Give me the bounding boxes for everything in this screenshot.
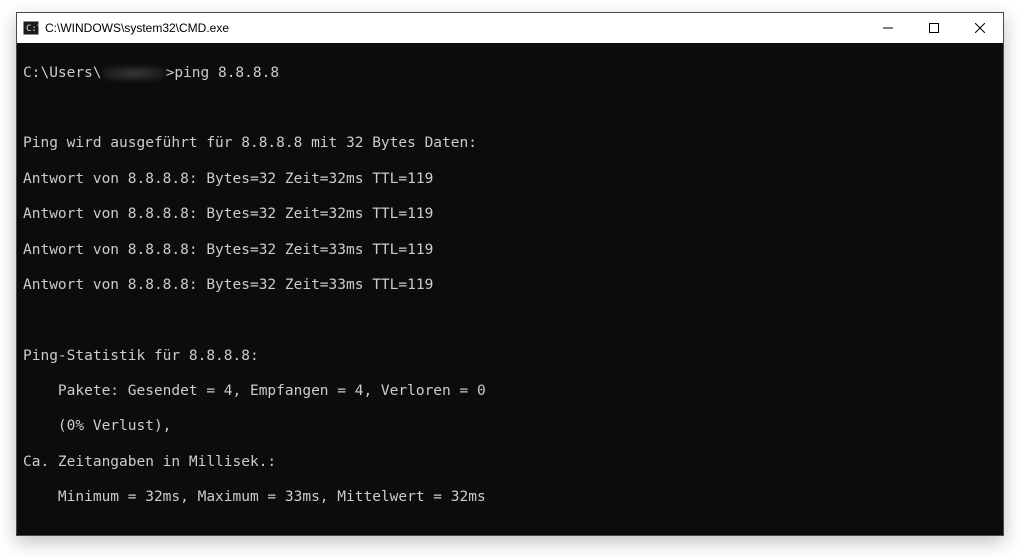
ping-stats-header: Ping-Statistik für 8.8.8.8:	[23, 348, 997, 366]
titlebar[interactable]: C:\ C:\WINDOWS\system32\CMD.exe	[17, 13, 1003, 43]
ping-reply: Antwort von 8.8.8.8: Bytes=32 Zeit=33ms …	[23, 242, 997, 260]
ping-exec-line: Ping wird ausgeführt für 8.8.8.8 mit 32 …	[23, 135, 997, 153]
svg-text:C:\: C:\	[26, 24, 39, 34]
cmd-app-icon: C:\	[23, 20, 39, 36]
ping-reply: Antwort von 8.8.8.8: Bytes=32 Zeit=32ms …	[23, 206, 997, 224]
ping-stats-loss: (0% Verlust),	[23, 418, 997, 436]
blank-line	[23, 100, 997, 118]
ping-reply: Antwort von 8.8.8.8: Bytes=32 Zeit=33ms …	[23, 277, 997, 295]
titlebar-controls	[865, 13, 1003, 43]
ping-reply: Antwort von 8.8.8.8: Bytes=32 Zeit=32ms …	[23, 171, 997, 189]
titlebar-left: C:\ C:\WINDOWS\system32\CMD.exe	[17, 20, 865, 36]
ping-stats-packets: Pakete: Gesendet = 4, Empfangen = 4, Ver…	[23, 383, 997, 401]
window-title: C:\WINDOWS\system32\CMD.exe	[45, 21, 229, 35]
ping-time-header: Ca. Zeitangaben in Millisek.:	[23, 454, 997, 472]
maximize-button[interactable]	[911, 13, 957, 43]
redacted-username	[103, 66, 165, 81]
minimize-button[interactable]	[865, 13, 911, 43]
prompt-line: C:\Users\ >ping 8.8.8.8	[23, 65, 997, 83]
ping-time-values: Minimum = 32ms, Maximum = 33ms, Mittelwe…	[23, 489, 997, 507]
prompt-prefix: C:\Users\	[23, 65, 102, 81]
blank-line	[23, 525, 997, 535]
close-icon	[975, 23, 985, 33]
typed-command: ping 8.8.8.8	[174, 65, 279, 81]
console-output[interactable]: C:\Users\ >ping 8.8.8.8 Ping wird ausgefü…	[17, 43, 1003, 535]
close-button[interactable]	[957, 13, 1003, 43]
minimize-icon	[883, 23, 893, 33]
prompt-suffix: >	[166, 65, 175, 81]
blank-line	[23, 312, 997, 330]
cmd-window: C:\ C:\WINDOWS\system32\CMD.exe	[16, 12, 1004, 536]
maximize-icon	[929, 23, 939, 33]
